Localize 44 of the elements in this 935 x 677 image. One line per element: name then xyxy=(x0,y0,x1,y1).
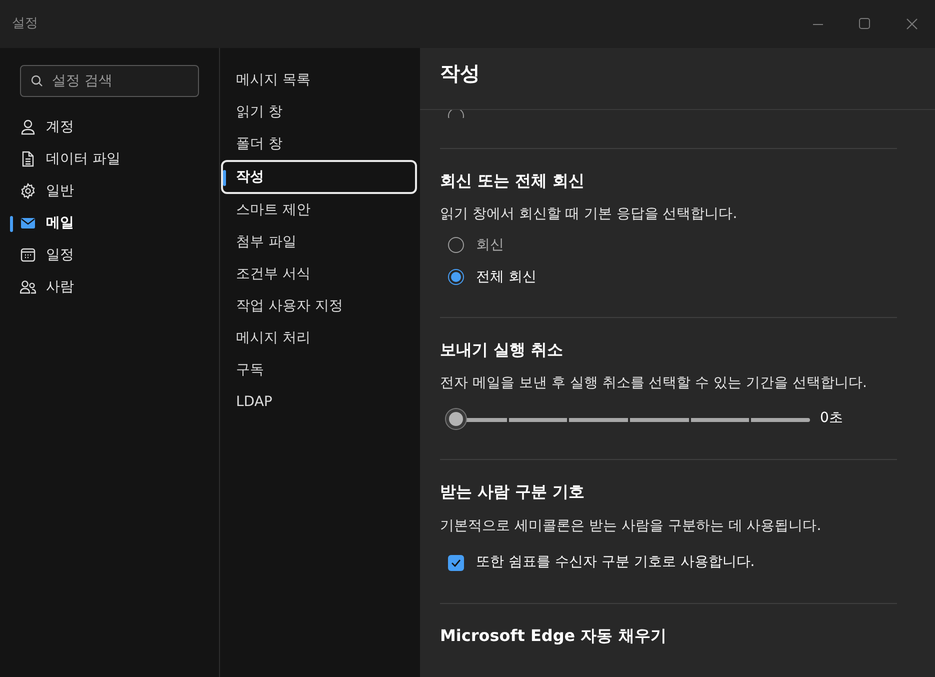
radio-option[interactable]: 회신 xyxy=(440,229,510,262)
close-icon xyxy=(906,18,918,30)
slider-value: 0초 xyxy=(820,409,843,428)
people-icon xyxy=(20,279,36,295)
selection-indicator xyxy=(223,170,226,186)
selection-indicator xyxy=(10,216,13,232)
calendar-icon xyxy=(20,247,36,263)
document-icon xyxy=(20,151,36,167)
slider-track[interactable] xyxy=(446,408,810,429)
sidebar-item[interactable]: 계정 xyxy=(0,111,199,143)
sidebar-item[interactable]: 메일 xyxy=(0,207,199,239)
section-heading: 회신 또는 전체 회신 xyxy=(440,171,586,190)
subnav-item[interactable]: 읽기 창 xyxy=(221,96,417,128)
checkbox-option[interactable]: 또한 쉼표를 수신자 구분 기호로 사용합니다. xyxy=(440,546,761,579)
maximize-icon xyxy=(858,18,870,30)
sidebar-item[interactable]: 일반 xyxy=(0,175,199,207)
subnav-item[interactable]: 메시지 처리 xyxy=(221,322,417,354)
search-field[interactable]: 설정 검색 xyxy=(20,65,199,97)
slider-thumb[interactable] xyxy=(446,408,466,429)
section-heading: 보내기 실행 취소 xyxy=(440,340,564,360)
radio-option[interactable]: 전체 회신 xyxy=(440,261,542,294)
subnav-item[interactable]: 메시지 목록 xyxy=(221,64,417,96)
subnav-item[interactable]: LDAP xyxy=(221,386,417,418)
subnav-item[interactable]: 첨부 파일 xyxy=(221,226,417,258)
mail-icon xyxy=(20,215,36,231)
subnav-item[interactable]: 작업 사용자 지정 xyxy=(221,290,417,322)
person-icon xyxy=(20,119,36,135)
window-title: 설정 xyxy=(12,15,38,34)
check-icon xyxy=(451,558,461,567)
section-description: 전자 메일을 보낸 후 실행 취소를 선택할 수 있는 기간을 선택합니다. xyxy=(440,374,868,394)
section-heading: Microsoft Edge 자동 채우기 xyxy=(440,626,668,645)
sidebar-item[interactable]: 일정 xyxy=(0,239,199,271)
subnav-item[interactable]: 작성 xyxy=(221,160,417,194)
sidebar-item[interactable]: 데이터 파일 xyxy=(0,143,199,175)
section-description: 기본적으로 세미콜론은 받는 사람을 구분하는 데 사용됩니다. xyxy=(440,516,822,536)
section-description: 읽기 창에서 회신할 때 기본 응답을 선택합니다. xyxy=(440,205,738,224)
subnav-item[interactable]: 폴더 창 xyxy=(221,128,417,160)
subnav-item[interactable]: 조건부 서식 xyxy=(221,258,417,290)
subnav-item[interactable]: 스마트 제안 xyxy=(221,194,417,226)
section-heading: 받는 사람 구분 기호 xyxy=(440,482,586,502)
page-title: 작성 xyxy=(440,61,480,85)
settings-icon xyxy=(20,183,36,199)
sidebar-item[interactable]: 사람 xyxy=(0,271,199,303)
subnav-item[interactable]: 구독 xyxy=(221,354,417,386)
